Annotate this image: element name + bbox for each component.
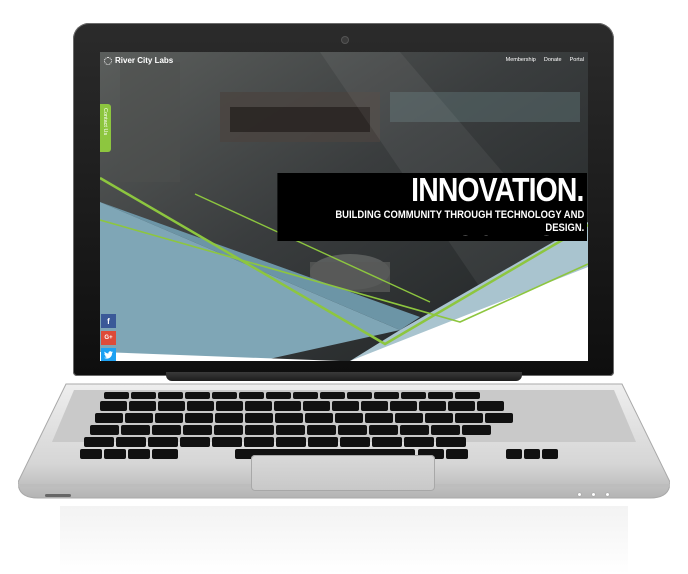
- keyboard-key[interactable]: [332, 401, 359, 411]
- keyboard-key[interactable]: [276, 425, 305, 435]
- keyboard-key[interactable]: [245, 425, 274, 435]
- twitter-icon[interactable]: [101, 348, 116, 361]
- keyboard-key[interactable]: [390, 401, 417, 411]
- keyboard-key[interactable]: [266, 392, 291, 399]
- facebook-icon[interactable]: f: [101, 314, 116, 328]
- keyboard-key[interactable]: [477, 401, 504, 411]
- keyboard-key[interactable]: [158, 392, 183, 399]
- nav-donate-link[interactable]: Donate: [544, 57, 562, 63]
- keyboard-key[interactable]: [100, 401, 127, 411]
- keyboard-key[interactable]: [104, 392, 129, 399]
- keyboard-key[interactable]: [506, 449, 522, 459]
- logo-text: River City Labs: [115, 56, 174, 65]
- contact-us-tab[interactable]: Contact Us: [100, 104, 111, 152]
- keyboard-key[interactable]: [275, 413, 303, 423]
- keyboard-key[interactable]: [216, 401, 243, 411]
- keyboard-key[interactable]: [239, 392, 264, 399]
- keyboard-key[interactable]: [212, 437, 242, 447]
- contact-us-label: Contact Us: [102, 108, 108, 136]
- keyboard-key[interactable]: [121, 425, 150, 435]
- laptop-mockup: River City Labs Membership Donate Portal…: [0, 0, 688, 574]
- keyboard-key[interactable]: [158, 401, 185, 411]
- nav-membership-link[interactable]: Membership: [506, 57, 536, 63]
- keyboard-key[interactable]: [308, 437, 338, 447]
- keyboard-key[interactable]: [148, 437, 178, 447]
- led-indicator: [606, 493, 609, 496]
- keyboard-key[interactable]: [244, 437, 274, 447]
- top-nav: Membership Donate Portal: [506, 57, 584, 63]
- keyboard-key[interactable]: [129, 401, 156, 411]
- keyboard-key[interactable]: [152, 449, 178, 459]
- keyboard-key[interactable]: [365, 413, 393, 423]
- keyboard-key[interactable]: [104, 449, 126, 459]
- keyboard-key[interactable]: [455, 392, 480, 399]
- keyboard-key[interactable]: [446, 449, 468, 459]
- keyboard-key[interactable]: [245, 401, 272, 411]
- keyboard-key[interactable]: [90, 425, 119, 435]
- keyboard-key[interactable]: [303, 401, 330, 411]
- keyboard-key[interactable]: [419, 401, 446, 411]
- twitter-bird-icon: [104, 351, 113, 359]
- keyboard-key[interactable]: [428, 392, 453, 399]
- speaker-slot: [45, 494, 71, 497]
- keyboard-key[interactable]: [183, 425, 212, 435]
- keyboard-key[interactable]: [320, 392, 345, 399]
- gear-logo-icon: [104, 56, 112, 65]
- led-indicator: [578, 493, 581, 496]
- keyboard-key[interactable]: [524, 449, 540, 459]
- keyboard-key[interactable]: [214, 425, 243, 435]
- led-indicator: [592, 493, 595, 496]
- keyboard-key[interactable]: [395, 413, 423, 423]
- keyboard-key[interactable]: [436, 437, 466, 447]
- trackpad[interactable]: [251, 455, 435, 491]
- keyboard-key[interactable]: [404, 437, 434, 447]
- keyboard-key[interactable]: [293, 392, 318, 399]
- keyboard-key[interactable]: [215, 413, 243, 423]
- keyboard-key[interactable]: [152, 425, 181, 435]
- keyboard-key[interactable]: [347, 392, 372, 399]
- google-plus-icon[interactable]: G+: [101, 331, 116, 345]
- status-leds: [578, 493, 609, 496]
- keyboard-key[interactable]: [369, 425, 398, 435]
- keyboard-key[interactable]: [305, 413, 333, 423]
- website-screen: River City Labs Membership Donate Portal…: [100, 52, 588, 361]
- keyboard-key[interactable]: [245, 413, 273, 423]
- keyboard-key[interactable]: [187, 401, 214, 411]
- reflection: [60, 506, 628, 574]
- keyboard-key[interactable]: [401, 392, 426, 399]
- keyboard-key[interactable]: [338, 425, 367, 435]
- keyboard-key[interactable]: [95, 413, 123, 423]
- keyboard-key[interactable]: [340, 437, 370, 447]
- hero-subtitle: BUILDING COMMUNITY THROUGH TECHNOLOGY AN…: [319, 209, 586, 235]
- keyboard-key[interactable]: [400, 425, 429, 435]
- keyboard-key[interactable]: [185, 392, 210, 399]
- keyboard-key[interactable]: [307, 425, 336, 435]
- keyboard-key[interactable]: [155, 413, 183, 423]
- keyboard-key[interactable]: [335, 413, 363, 423]
- keyboard-key[interactable]: [274, 401, 301, 411]
- keyboard-key[interactable]: [80, 449, 102, 459]
- keyboard-key[interactable]: [116, 437, 146, 447]
- keyboard-key[interactable]: [455, 413, 483, 423]
- keyboard-key[interactable]: [361, 401, 388, 411]
- keyboard-key[interactable]: [276, 437, 306, 447]
- keyboard-key[interactable]: [542, 449, 558, 459]
- keyboard-key[interactable]: [425, 413, 453, 423]
- keyboard-key[interactable]: [374, 392, 399, 399]
- keyboard-key[interactable]: [125, 413, 153, 423]
- keyboard-key[interactable]: [372, 437, 402, 447]
- keyboard-key[interactable]: [462, 425, 491, 435]
- keyboard-key[interactable]: [212, 392, 237, 399]
- keyboard-key[interactable]: [485, 413, 513, 423]
- site-logo[interactable]: River City Labs: [104, 56, 173, 65]
- nav-portal-link[interactable]: Portal: [570, 57, 584, 63]
- keyboard-key[interactable]: [431, 425, 460, 435]
- keyboard-key[interactable]: [128, 449, 150, 459]
- keyboard-key[interactable]: [448, 401, 475, 411]
- webcam: [342, 37, 348, 43]
- keyboard-key[interactable]: [185, 413, 213, 423]
- keyboard-key[interactable]: [180, 437, 210, 447]
- keyboard-key[interactable]: [84, 437, 114, 447]
- keyboard-key[interactable]: [131, 392, 156, 399]
